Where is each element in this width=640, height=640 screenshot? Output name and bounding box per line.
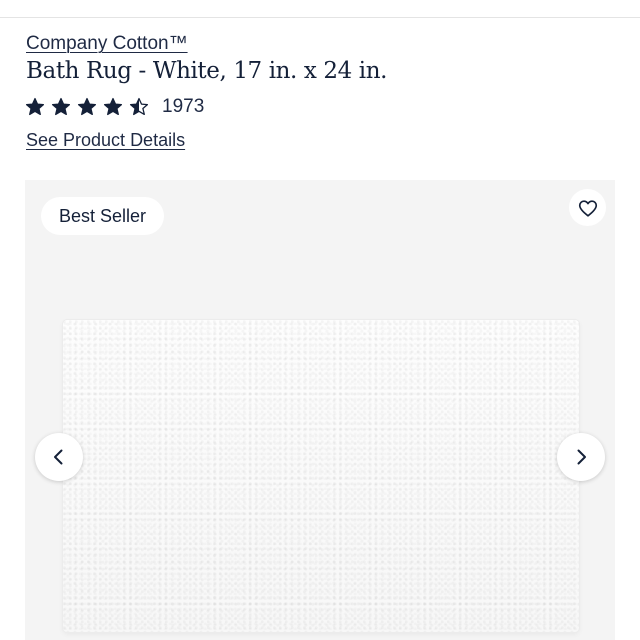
brand-link[interactable]: Company Cotton™ [26, 33, 188, 55]
star-filled-icon [51, 97, 71, 116]
star-rating [25, 97, 155, 117]
star-half-icon [129, 97, 149, 116]
star-filled-icon [25, 97, 45, 116]
wishlist-button[interactable] [569, 189, 606, 226]
next-image-button[interactable] [557, 433, 605, 481]
rating-summary[interactable]: 1973 [25, 96, 204, 118]
chevron-right-icon [571, 447, 591, 467]
see-product-details-link[interactable]: See Product Details [26, 130, 185, 151]
top-divider [0, 17, 640, 18]
previous-image-button[interactable] [35, 433, 83, 481]
review-count: 1973 [162, 96, 205, 117]
product-image-gallery: Best Seller [25, 180, 615, 640]
star-filled-icon [77, 97, 97, 116]
product-image-rug [63, 320, 579, 632]
star-filled-icon [103, 97, 123, 116]
chevron-left-icon [49, 447, 69, 467]
product-title: Bath Rug - White, 17 in. x 24 in. [26, 58, 388, 84]
best-seller-badge: Best Seller [41, 197, 165, 235]
heart-outline-icon [577, 197, 599, 219]
